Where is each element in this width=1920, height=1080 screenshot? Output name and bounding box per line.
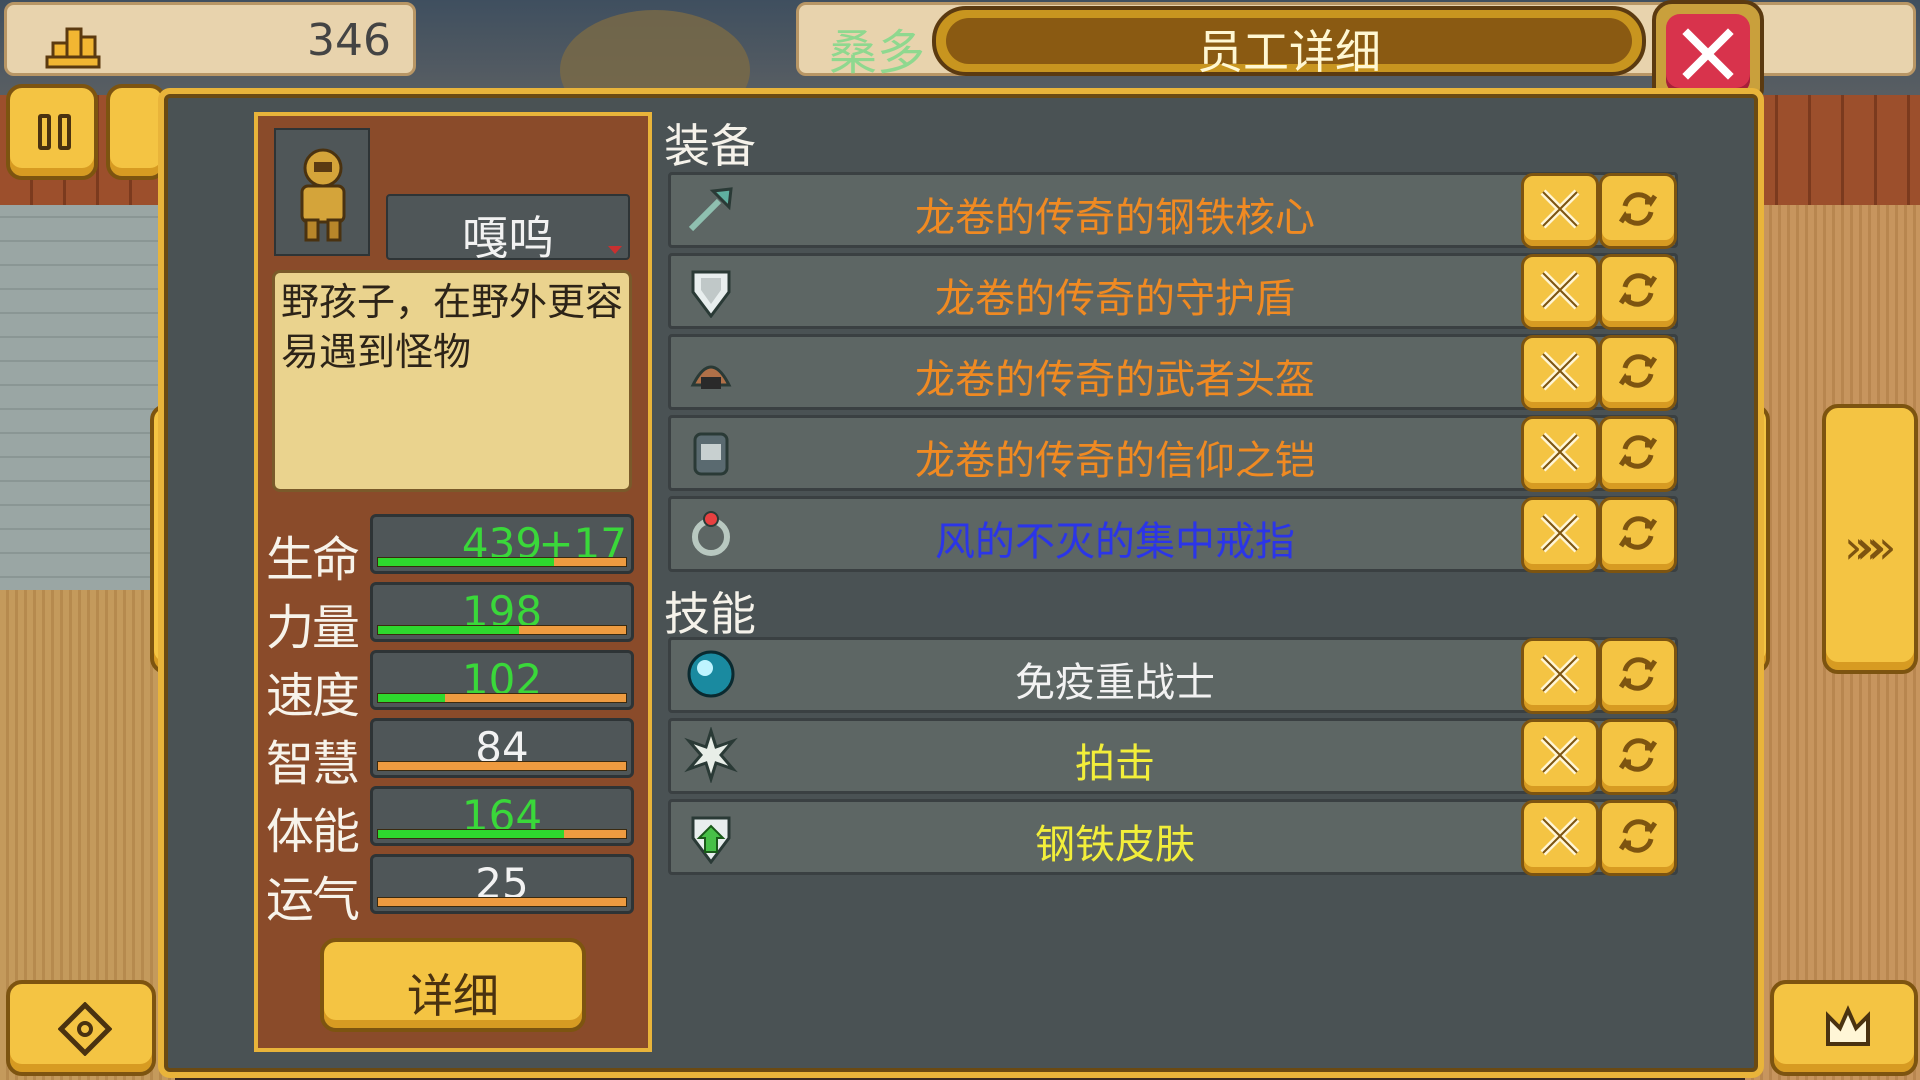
unequip-button[interactable] [1521, 638, 1599, 714]
pause-icon [38, 114, 51, 150]
swap-icon [1618, 516, 1658, 550]
double-chevron-right-icon: »»» [1844, 520, 1897, 574]
x-icon [1540, 189, 1580, 229]
unequip-button[interactable] [1521, 416, 1599, 492]
stat-row-stamina: 体能 164 [266, 784, 646, 860]
skill-row[interactable]: 拍击 [668, 718, 1678, 795]
swap-button[interactable] [1599, 254, 1677, 330]
x-icon [1540, 654, 1580, 694]
character-name: 嘎呜 [462, 211, 554, 265]
unequip-button[interactable] [1521, 335, 1599, 411]
swap-button[interactable] [1599, 173, 1677, 249]
stat-bar [377, 693, 627, 703]
unequip-button[interactable] [1521, 800, 1599, 876]
coin-count: 346 [307, 15, 391, 66]
character-trait: 野孩子，在野外更容易遇到怪物 [272, 270, 632, 492]
swap-icon [1618, 657, 1658, 691]
item-name: 龙卷的传奇的武者头盔 [915, 357, 1315, 403]
equipment-row[interactable]: 龙卷的传奇的钢铁核心 [668, 172, 1678, 249]
dialog-title-plate: 员工详细 [932, 6, 1646, 79]
x-icon [1540, 351, 1580, 391]
x-icon [1540, 270, 1580, 310]
item-name: 龙卷的传奇的守护盾 [935, 276, 1295, 322]
x-icon [1540, 816, 1580, 856]
stat-row-wisdom: 智慧 84 [266, 716, 646, 792]
stat-row-strength: 力量 198 [266, 580, 646, 656]
stat-bar [377, 829, 627, 839]
stat-row-speed: 速度 102 [266, 648, 646, 724]
character-name-field[interactable]: 嘎呜 [386, 194, 630, 265]
scene-right-wall [1745, 95, 1920, 205]
swap-button[interactable] [1599, 800, 1677, 876]
skill-row[interactable]: 钢铁皮肤 [668, 799, 1678, 876]
equipment-row[interactable]: 龙卷的传奇的守护盾 [668, 253, 1678, 330]
unequip-button[interactable] [1521, 173, 1599, 249]
skill-row[interactable]: 免疫重战士 [668, 637, 1678, 714]
item-name: 拍击 [1075, 741, 1155, 787]
item-name: 龙卷的传奇的信仰之铠 [915, 438, 1315, 484]
swap-icon [1618, 192, 1658, 226]
character-card: 嘎呜 野孩子，在野外更容易遇到怪物 生命 439 +17 力量 198 速度 1… [254, 112, 652, 1052]
crown-button[interactable] [1770, 980, 1918, 1076]
detail-button[interactable]: 详细 [320, 938, 586, 1032]
swap-button[interactable] [1599, 416, 1677, 492]
equipment-row[interactable]: 风的不灭的集中戒指 [668, 496, 1678, 573]
unequip-button[interactable] [1521, 254, 1599, 330]
stat-label: 运气 [266, 872, 360, 928]
item-name: 龙卷的传奇的钢铁核心 [915, 195, 1315, 241]
close-icon [1682, 28, 1734, 80]
detail-button-label: 详细 [407, 969, 499, 1023]
equipment-row[interactable]: 龙卷的传奇的信仰之铠 [668, 415, 1678, 492]
next-page-button[interactable]: »»» [1822, 404, 1918, 674]
stat-row-luck: 运气 25 [266, 852, 646, 928]
compass-icon [58, 1002, 112, 1056]
equipment-title: 装备 [664, 119, 756, 173]
x-icon [1540, 735, 1580, 775]
crown-icon [1826, 1005, 1870, 1046]
map-button[interactable] [6, 980, 156, 1076]
swap-icon [1618, 435, 1658, 469]
character-portrait [274, 128, 370, 256]
warrior-portrait-icon [300, 148, 346, 242]
stat-bar [377, 761, 627, 771]
unequip-button[interactable] [1521, 719, 1599, 795]
pause-button[interactable] [6, 84, 98, 180]
stat-row-hp: 生命 439 +17 [266, 512, 646, 588]
stat-bar [377, 625, 627, 635]
swap-button[interactable] [1599, 497, 1677, 573]
skills-title: 技能 [664, 587, 756, 641]
item-name: 免疫重战士 [1015, 660, 1215, 706]
swap-icon [1618, 819, 1658, 853]
stat-bar [377, 557, 627, 567]
item-name: 风的不灭的集中戒指 [935, 519, 1295, 565]
swap-button[interactable] [1599, 638, 1677, 714]
stat-bar [377, 897, 627, 907]
item-name: 钢铁皮肤 [1035, 822, 1195, 868]
swap-button[interactable] [1599, 719, 1677, 795]
edit-caret-icon [608, 246, 622, 254]
side-menu-button[interactable] [106, 84, 166, 180]
swap-icon [1618, 738, 1658, 772]
x-icon [1540, 432, 1580, 472]
hero-name-ghost: 桑多 [829, 25, 926, 81]
x-icon [1540, 513, 1580, 553]
equipment-row[interactable]: 龙卷的传奇的武者头盔 [668, 334, 1678, 411]
unequip-button[interactable] [1521, 497, 1599, 573]
swap-icon [1618, 273, 1658, 307]
swap-icon [1618, 354, 1658, 388]
coin-bar: 346 [4, 2, 416, 76]
coin-stack-icon [45, 27, 101, 69]
dialog-title: 员工详细 [1197, 25, 1381, 79]
swap-button[interactable] [1599, 335, 1677, 411]
